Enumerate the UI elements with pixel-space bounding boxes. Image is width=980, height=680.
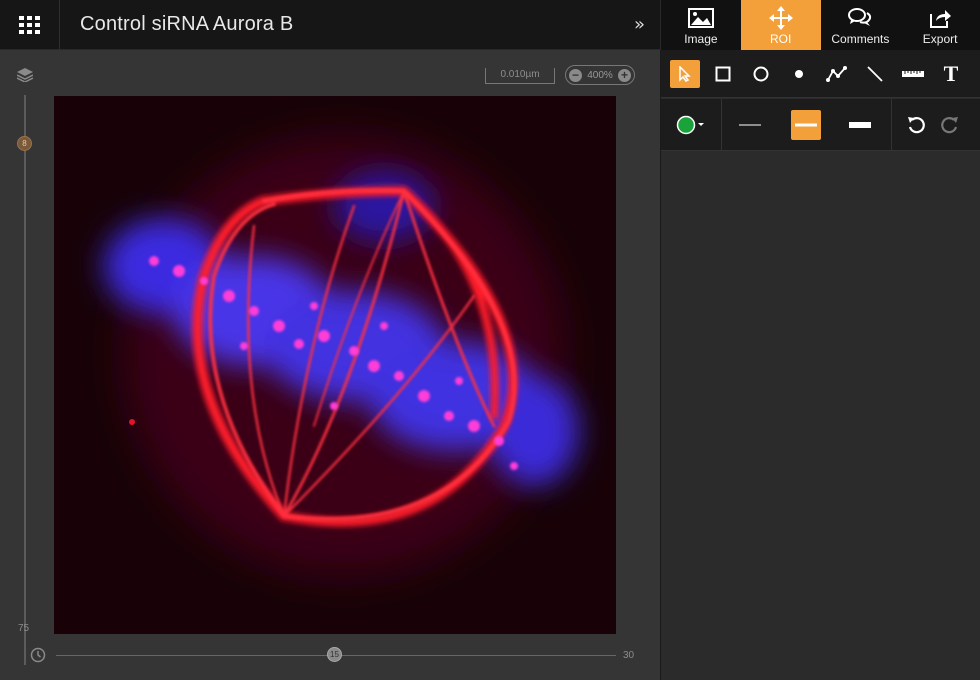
text-tool-button[interactable]: T (936, 60, 966, 88)
undo-icon (908, 117, 925, 134)
roi-panel: T (660, 50, 980, 680)
zoom-control: − 400% + (565, 65, 635, 85)
stroke-medium-icon (795, 123, 817, 127)
zoom-in-button[interactable]: + (617, 68, 631, 82)
ruler-icon (902, 71, 924, 77)
zoom-out-button[interactable]: − (569, 68, 582, 82)
right-panel-tabs: Image ROI Comments Export (660, 0, 980, 50)
style-separator (891, 99, 892, 151)
tab-comments[interactable]: Comments (821, 0, 901, 50)
style-separator (721, 99, 722, 151)
tab-comments-label: Comments (831, 32, 890, 46)
cell-image (54, 96, 616, 634)
stroke-medium-button[interactable] (791, 110, 821, 140)
omero-figure-viewer: Control siRNA Aurora B » Image ROI Comme… (0, 0, 980, 680)
layers-icon[interactable] (17, 68, 33, 82)
tab-export[interactable]: Export (900, 0, 980, 50)
select-tool-button[interactable] (670, 60, 700, 88)
clock-icon (30, 647, 46, 663)
color-swatch-icon (676, 115, 704, 135)
roi-move-icon (768, 6, 793, 30)
tab-roi[interactable]: ROI (740, 0, 821, 50)
undo-button[interactable] (901, 110, 931, 140)
stroke-thin-icon (739, 124, 761, 126)
z-slider-track[interactable] (24, 95, 26, 665)
color-picker-button[interactable] (673, 110, 709, 140)
t-slider-handle[interactable]: 15 (327, 647, 342, 662)
collapse-panel-button[interactable]: » (634, 14, 645, 35)
redo-icon (941, 117, 958, 134)
stroke-thick-icon (849, 122, 871, 128)
z-slider-handle[interactable]: 8 (17, 136, 32, 151)
export-icon (930, 10, 952, 28)
zoom-level: 400% (587, 69, 613, 81)
stroke-thick-button[interactable] (845, 110, 875, 140)
t-slider-max: 30 (623, 650, 635, 661)
image-viewer: 8 75 0.010µm − 400% + 15 30 (0, 50, 660, 680)
ellipse-tool-button[interactable] (746, 60, 776, 88)
scale-bar: 0.010µm (485, 68, 555, 84)
comments-icon (848, 8, 872, 26)
roi-style-tools (661, 99, 980, 151)
rectangle-icon (715, 66, 731, 82)
polyline-tool-button[interactable] (822, 60, 852, 88)
roi-shape-tools: T (661, 50, 980, 98)
select-arrow-icon (679, 66, 691, 82)
app-grid-button[interactable] (0, 0, 60, 50)
header-bar: Control siRNA Aurora B » (0, 0, 660, 50)
image-title: Control siRNA Aurora B (80, 13, 294, 35)
microscopy-image[interactable] (54, 96, 616, 634)
stroke-thin-button[interactable] (735, 110, 765, 140)
point-icon (795, 70, 803, 78)
ruler-tool-button[interactable] (898, 60, 928, 88)
tab-image-label: Image (684, 32, 718, 46)
polyline-icon (826, 66, 847, 82)
z-slider-max: 75 (18, 623, 30, 634)
line-tool-button[interactable] (860, 60, 890, 88)
rectangle-tool-button[interactable] (708, 60, 738, 88)
point-tool-button[interactable] (784, 60, 814, 88)
redo-button[interactable] (935, 110, 965, 140)
tab-roi-label: ROI (769, 32, 792, 46)
grid-icon (18, 16, 40, 34)
image-icon (687, 8, 714, 28)
tab-image[interactable]: Image (661, 0, 741, 50)
ellipse-icon (753, 66, 769, 82)
text-tool-icon: T (943, 61, 959, 86)
tab-export-label: Export (922, 32, 958, 46)
line-icon (867, 66, 883, 82)
